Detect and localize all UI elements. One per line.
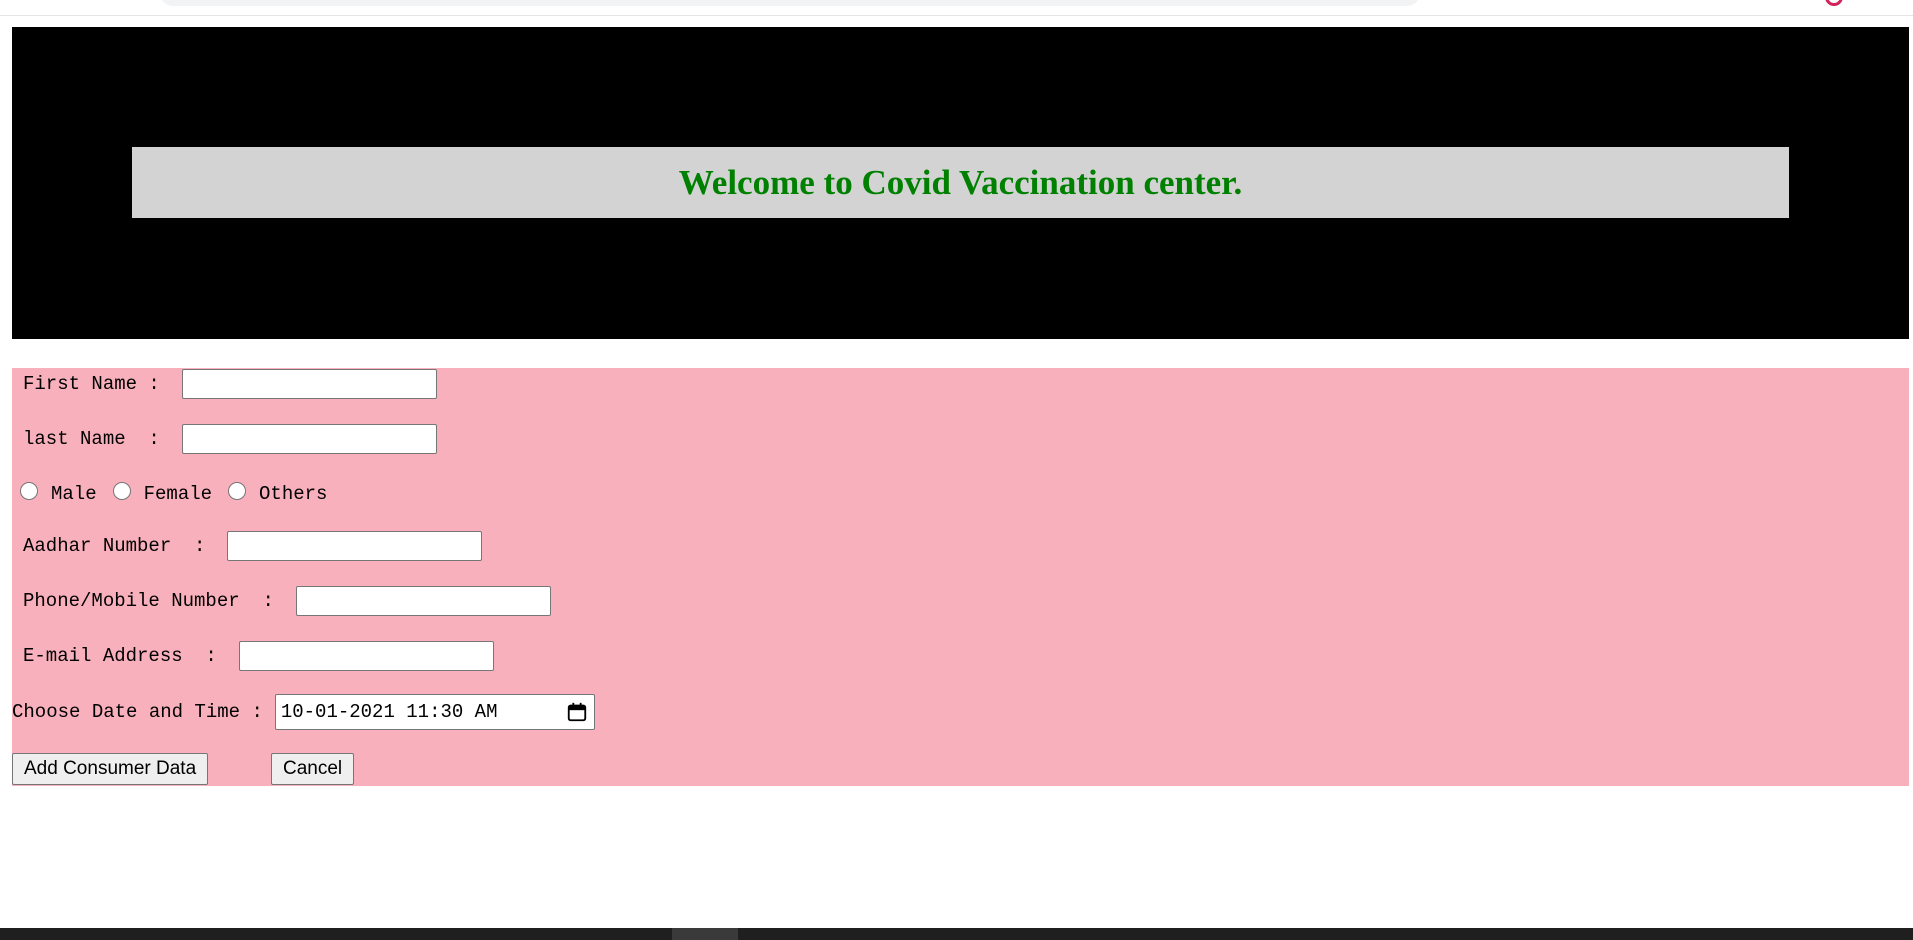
banner-title-box: Welcome to Covid Vaccination center. [132, 147, 1789, 218]
datetime-row: Choose Date and Time : 10-01-2021 11:30 … [12, 694, 595, 730]
page-title: Welcome to Covid Vaccination center. [678, 162, 1243, 202]
aadhar-row: Aadhar Number : [23, 530, 483, 562]
taskbar-app-icon[interactable] [672, 928, 738, 940]
aadhar-input[interactable] [227, 531, 483, 561]
browser-top-strip [0, 0, 1913, 16]
datetime-value: 10-01-2021 11:30 AM [280, 701, 498, 723]
gender-radio-others[interactable] [228, 482, 247, 500]
aadhar-label: Aadhar Number : [23, 535, 206, 557]
first-name-row: First Name : [23, 368, 437, 400]
phone-label: Phone/Mobile Number : [23, 590, 274, 612]
calendar-icon[interactable] [566, 701, 588, 723]
profile-icon[interactable] [1825, 0, 1843, 6]
add-consumer-data-button[interactable]: Add Consumer Data [12, 753, 209, 785]
datetime-label: Choose Date and Time : [12, 701, 263, 723]
first-name-label: First Name : [23, 373, 160, 395]
last-name-label: last Name : [23, 428, 160, 450]
email-row: E-mail Address : [23, 640, 494, 672]
datetime-input[interactable]: 10-01-2021 11:30 AM [274, 694, 595, 730]
phone-row: Phone/Mobile Number : [23, 585, 551, 617]
email-input[interactable] [238, 641, 494, 671]
email-label: E-mail Address : [23, 645, 217, 667]
last-name-input[interactable] [181, 424, 437, 454]
registration-form: First Name : last Name : Male Female Oth… [12, 368, 1909, 786]
phone-input[interactable] [295, 586, 551, 616]
first-name-input[interactable] [181, 369, 437, 399]
gender-radio-female[interactable] [112, 482, 131, 500]
welcome-banner: Welcome to Covid Vaccination center. [12, 27, 1909, 339]
address-bar[interactable] [160, 0, 1420, 6]
last-name-row: last Name : [23, 423, 437, 455]
gender-label-female: Female [143, 483, 213, 505]
gender-label-others: Others [259, 483, 328, 505]
gender-radio-male[interactable] [20, 482, 38, 500]
os-taskbar [0, 928, 1913, 940]
cancel-button[interactable]: Cancel [271, 753, 355, 785]
gender-row: Male Female Others [20, 478, 327, 510]
gender-label-male: Male [51, 483, 97, 505]
